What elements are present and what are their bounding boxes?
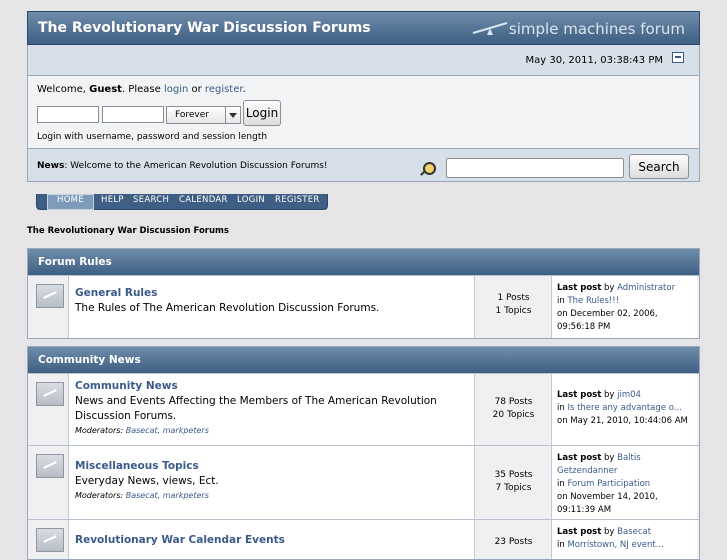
last-post: Last post by Administrator in The Rules!…: [551, 276, 697, 338]
category-title[interactable]: Community News: [28, 347, 699, 373]
board-moderators: Moderators: Basecat, markpeters: [75, 426, 209, 435]
session-length-select[interactable]: Forever: [166, 106, 241, 124]
search-button[interactable]: Search: [629, 154, 689, 179]
menu-home[interactable]: HOME: [47, 194, 94, 210]
last-post-topic[interactable]: The Rules!!!: [567, 296, 619, 306]
post-count: 78 Posts: [494, 397, 533, 407]
board-description: News and Events Affecting the Members of…: [75, 395, 437, 422]
board-row: Revolutionary War Calendar Events 23 Pos…: [28, 519, 699, 559]
news-bar: News: Welcome to the American Revolution…: [27, 149, 700, 182]
guest-name: Guest: [89, 84, 122, 95]
last-post-date: on December 02, 2006, 09:56:18 PM: [557, 309, 658, 332]
topic-count: 7 Topics: [495, 483, 532, 493]
post-count: 1 Posts: [497, 293, 530, 303]
board-info: General Rules The Rules of The American …: [68, 276, 475, 338]
board-info: Miscellaneous Topics Everyday News, view…: [68, 446, 475, 519]
main-menu: HOME HELP SEARCH CALENDAR LOGIN REGISTER: [36, 194, 328, 210]
forum-header: The Revolutionary War Discussion Forums …: [27, 11, 700, 45]
topic-count: 20 Topics: [492, 410, 535, 420]
board-name[interactable]: Revolutionary War Calendar Events: [75, 534, 468, 546]
topic-count: 1 Topics: [495, 306, 532, 316]
board-description: The Rules of The American Revolution Dis…: [75, 302, 380, 314]
login-link[interactable]: login: [164, 84, 188, 95]
board-stats: 78 Posts 20 Topics: [476, 374, 551, 445]
username-input[interactable]: [37, 106, 99, 123]
register-link[interactable]: register: [205, 84, 243, 95]
login-hint: Login with username, password and sessio…: [37, 132, 268, 142]
breadcrumb[interactable]: The Revolutionary War Discussion Forums: [27, 226, 229, 236]
moderator-links[interactable]: Basecat, markpeters: [126, 491, 209, 500]
category-forum-rules: Forum Rules General Rules The Rules of T…: [27, 248, 700, 339]
board-icon: [36, 382, 64, 406]
page-wrapper: The Revolutionary War Discussion Forums …: [27, 11, 700, 560]
last-post: Last post by Baltis Getzendanner in Foru…: [551, 446, 697, 519]
menu-calendar[interactable]: CALENDAR: [179, 195, 228, 209]
menu-search[interactable]: SEARCH: [133, 195, 169, 209]
chevron-down-icon: [225, 107, 240, 123]
board-stats: 1 Posts 1 Topics: [476, 276, 551, 338]
board-info: Community News News and Events Affecting…: [68, 374, 475, 445]
board-row: Miscellaneous Topics Everyday News, view…: [28, 445, 699, 519]
board-name[interactable]: Miscellaneous Topics: [75, 460, 468, 472]
last-post-topic[interactable]: Morristown, NJ event...: [567, 540, 663, 550]
post-count: 35 Posts: [494, 470, 533, 480]
board-description: Everyday News, views, Ect.: [75, 475, 219, 487]
board-stats: 23 Posts: [476, 520, 551, 559]
board-row: Community News News and Events Affecting…: [28, 373, 699, 445]
login-panel: Welcome, Guest. Please login or register…: [27, 75, 700, 149]
menu-login[interactable]: LOGIN: [237, 195, 265, 209]
menu-register[interactable]: REGISTER: [275, 195, 320, 209]
menu-help[interactable]: HELP: [101, 195, 124, 209]
current-date: May 30, 2011, 03:38:43 PM: [525, 55, 664, 66]
news-text: News: Welcome to the American Revolution…: [37, 161, 328, 171]
collapse-header-icon[interactable]: [672, 52, 684, 63]
last-post: Last post by jim04 in Is there any advan…: [551, 374, 697, 445]
search-input[interactable]: [446, 158, 624, 178]
last-post-date: on May 21, 2010, 10:44:06 AM: [557, 416, 688, 426]
last-post-date: on November 14, 2010, 09:11:39 AM: [557, 492, 658, 515]
last-post-topic[interactable]: Is there any advantage o...: [567, 403, 681, 413]
smf-logo-text: simple machines forum: [508, 20, 685, 38]
search-icon: [423, 162, 436, 175]
login-button[interactable]: Login: [243, 100, 281, 126]
category-community-news: Community News Community News News and E…: [27, 346, 700, 560]
last-post: Last post by Basecat in Morristown, NJ e…: [551, 520, 697, 559]
date-bar: May 30, 2011, 03:38:43 PM: [27, 45, 700, 75]
board-name[interactable]: General Rules: [75, 287, 468, 299]
board-moderators: Moderators: Basecat, markpeters: [75, 491, 209, 500]
board-stats: 35 Posts 7 Topics: [476, 446, 551, 519]
password-input[interactable]: [102, 106, 164, 123]
last-post-user[interactable]: Administrator: [617, 283, 675, 293]
board-row: General Rules The Rules of The American …: [28, 275, 699, 338]
welcome-text: Welcome, Guest. Please login or register…: [37, 84, 246, 95]
forum-title: The Revolutionary War Discussion Forums: [38, 20, 371, 36]
board-icon: [36, 528, 64, 552]
board-name[interactable]: Community News: [75, 380, 468, 392]
last-post-user[interactable]: jim04: [617, 390, 641, 400]
post-count: 23 Posts: [494, 537, 533, 547]
category-title[interactable]: Forum Rules: [28, 249, 699, 275]
last-post-topic[interactable]: Forum Participation: [567, 479, 650, 489]
last-post-user[interactable]: Basecat: [617, 527, 651, 537]
board-icon: [36, 284, 64, 308]
board-icon: [36, 454, 64, 478]
board-info: Revolutionary War Calendar Events: [68, 520, 475, 559]
moderator-links[interactable]: Basecat, markpeters: [126, 426, 209, 435]
smf-logo-icon: [472, 22, 508, 35]
